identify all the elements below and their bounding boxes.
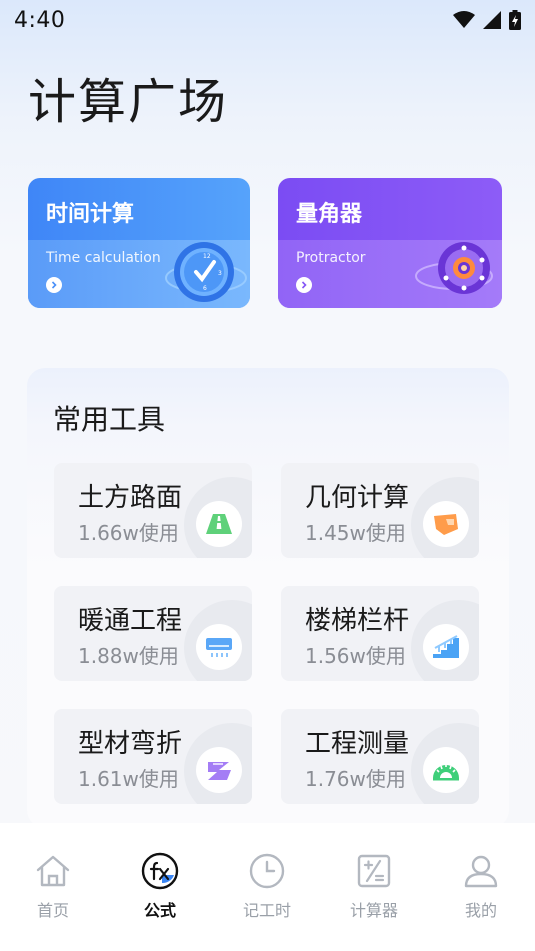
- tool-name: 楼梯栏杆: [305, 606, 410, 636]
- tab-label: 公式: [143, 901, 176, 920]
- tool-name: 工程测量: [305, 729, 410, 759]
- tool-usage: 1.45w使用: [305, 521, 406, 545]
- clock-icon: 12 3 6: [165, 242, 247, 302]
- common-tools-panel: 常用工具 土方路面 1.66w使用 几何计算 1.45w使用 暖通工程 1.88…: [27, 368, 509, 828]
- status-icons: [453, 10, 521, 30]
- chevron-right-icon: [296, 277, 312, 293]
- bottom-tab-bar: 首页 公式 记工时 计算器 我的: [0, 823, 535, 951]
- status-bar: 4:40: [0, 0, 535, 40]
- status-time: 4:40: [14, 7, 66, 33]
- card-subtitle: Time calculation: [46, 250, 161, 266]
- tab-label: 我的: [464, 901, 497, 920]
- tool-usage: 1.76w使用: [305, 767, 406, 791]
- clock-icon: [249, 853, 285, 889]
- time-calculation-card[interactable]: 时间计算 Time calculation 12 3 6: [28, 178, 250, 308]
- tool-hvac[interactable]: 暖通工程 1.88w使用: [54, 586, 252, 681]
- stairs-icon: [423, 624, 469, 670]
- tool-profile-bending[interactable]: 型材弯折 1.61w使用: [54, 709, 252, 804]
- survey-ruler-icon: [423, 747, 469, 793]
- svg-text:3: 3: [218, 270, 222, 277]
- tab-home[interactable]: 首页: [0, 851, 106, 921]
- calculator-icon: [357, 854, 391, 888]
- tool-usage: 1.61w使用: [78, 767, 179, 791]
- svg-text:12: 12: [203, 253, 211, 260]
- home-icon: [36, 855, 70, 887]
- tool-earthwork-road[interactable]: 土方路面 1.66w使用: [54, 463, 252, 558]
- card-title: 时间计算: [46, 202, 135, 227]
- tool-geometry[interactable]: 几何计算 1.45w使用: [281, 463, 479, 558]
- chevron-right-icon: [46, 277, 62, 293]
- card-subtitle: Protractor: [296, 250, 366, 266]
- tab-label: 记工时: [242, 901, 291, 920]
- protractor-icon: [415, 242, 493, 294]
- wifi-icon: [453, 11, 475, 28]
- tool-usage: 1.88w使用: [78, 644, 179, 668]
- svg-text:6: 6: [203, 285, 207, 292]
- section-title: 常用工具: [53, 403, 166, 436]
- tool-usage: 1.56w使用: [305, 644, 406, 668]
- formula-fx-icon: [141, 852, 179, 890]
- page-title: 计算广场: [28, 74, 229, 130]
- card-title: 量角器: [296, 202, 363, 227]
- tool-name: 暖通工程: [78, 606, 183, 636]
- tab-label: 计算器: [349, 901, 398, 920]
- profile-bend-icon: [196, 747, 242, 793]
- protractor-card[interactable]: 量角器 Protractor: [278, 178, 502, 308]
- tab-profile[interactable]: 我的: [428, 851, 534, 921]
- tool-stairs-railing[interactable]: 楼梯栏杆 1.56w使用: [281, 586, 479, 681]
- signal-icon: [483, 11, 501, 29]
- road-icon: [196, 501, 242, 547]
- air-conditioner-icon: [196, 624, 242, 670]
- tab-formula[interactable]: 公式: [107, 851, 213, 921]
- tool-engineering-survey[interactable]: 工程测量 1.76w使用: [281, 709, 479, 804]
- tool-usage: 1.66w使用: [78, 521, 179, 545]
- battery-icon: [509, 10, 521, 30]
- tool-name: 土方路面: [78, 483, 183, 513]
- tab-work-hours[interactable]: 记工时: [214, 851, 320, 921]
- tab-label: 首页: [36, 901, 69, 920]
- tool-name: 几何计算: [305, 483, 410, 513]
- user-icon: [464, 855, 498, 888]
- tool-name: 型材弯折: [78, 729, 183, 759]
- geometry-icon: [423, 501, 469, 547]
- tab-calculator[interactable]: 计算器: [321, 851, 427, 921]
